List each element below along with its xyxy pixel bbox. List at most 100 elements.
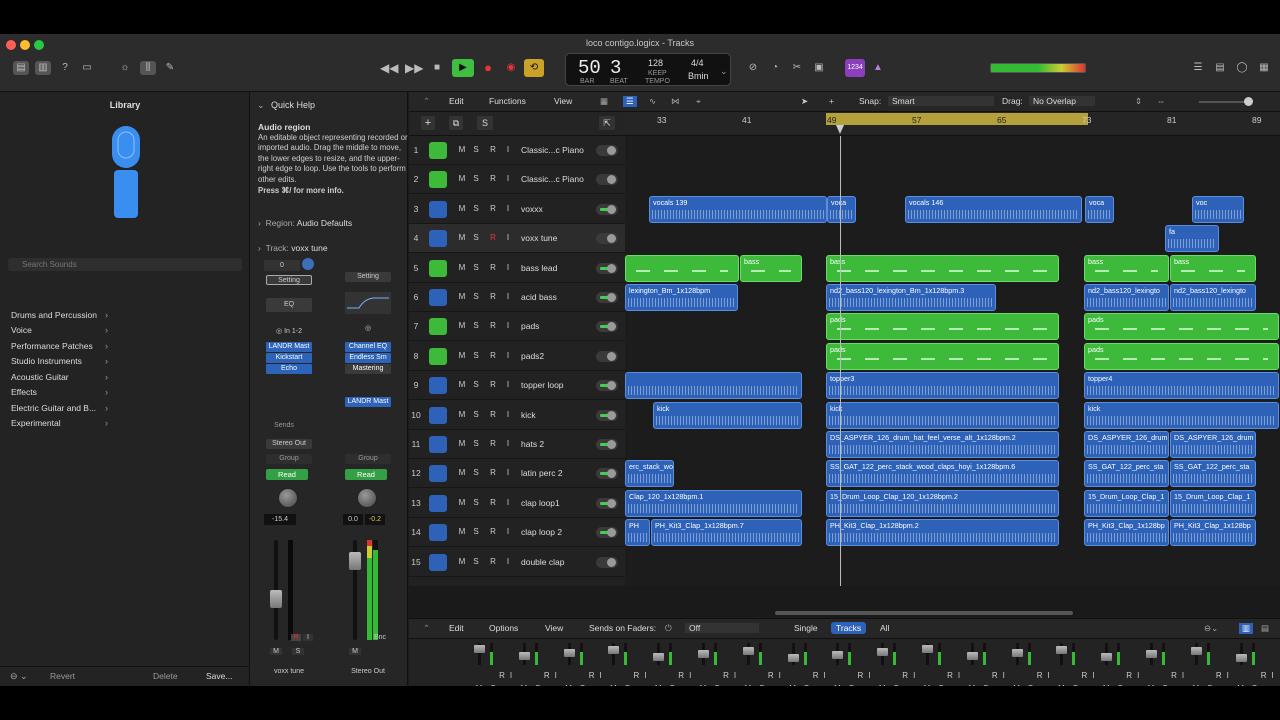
input-monitor-button[interactable]: I xyxy=(503,292,513,301)
record-enable-button[interactable]: R xyxy=(488,321,498,330)
mixer-view-menu[interactable]: View xyxy=(545,623,563,633)
mixer-mute-button[interactable]: M xyxy=(743,684,753,686)
audio-region[interactable]: voca xyxy=(1085,195,1114,223)
track-header[interactable]: 5 M S R Ibass lead xyxy=(409,254,625,283)
eq-curve-thumbnail[interactable] xyxy=(345,292,391,314)
solo-button[interactable]: S xyxy=(471,527,481,536)
strip2-fader-cap[interactable] xyxy=(349,552,361,570)
track-on-toggle[interactable] xyxy=(596,468,618,480)
mixer-solo-button[interactable]: S xyxy=(667,684,677,686)
track-on-toggle[interactable] xyxy=(596,321,618,333)
input-monitor-button[interactable]: I xyxy=(503,380,513,389)
lcd-display[interactable]: 50 3 BAR BEAT 128 KEEP TEMPO 4/4 Bmin ⌄ xyxy=(565,53,731,86)
solo-button[interactable]: S xyxy=(471,263,481,272)
input-monitor-button[interactable]: I xyxy=(503,321,513,330)
mixer-fader-cap[interactable] xyxy=(1056,646,1068,654)
revert-button[interactable]: Revert xyxy=(50,671,75,681)
all-tab[interactable]: All xyxy=(875,622,894,634)
mixer-solo-button[interactable]: S xyxy=(578,684,588,686)
track-on-toggle[interactable] xyxy=(596,497,618,509)
global-solo-button[interactable]: S xyxy=(477,116,493,130)
mixer-mute-button[interactable]: M xyxy=(1236,684,1246,686)
mixer-mute-button[interactable]: M xyxy=(1101,684,1111,686)
track-name[interactable]: bass lead xyxy=(521,263,557,273)
audio-region[interactable]: SS_GAT_122_perc_sta xyxy=(1084,460,1169,488)
mixer-mute-button[interactable]: M xyxy=(1191,684,1201,686)
mixer-mute-button[interactable]: M xyxy=(1056,684,1066,686)
metronome-icon[interactable]: ▲ xyxy=(870,61,886,75)
track-name[interactable]: double clap xyxy=(521,557,564,567)
midi-region[interactable]: pads xyxy=(1084,342,1279,370)
zoom-slider-thumb[interactable] xyxy=(1244,97,1253,106)
functions-menu[interactable]: Functions xyxy=(489,96,526,106)
sends-on-faders-select[interactable]: Off xyxy=(685,623,759,633)
mixer-mute-button[interactable]: M xyxy=(967,684,977,686)
track-instrument-icon[interactable] xyxy=(429,142,447,159)
solo-button[interactable]: S xyxy=(471,145,481,154)
audio-region[interactable]: voca xyxy=(827,195,856,223)
view-menu[interactable]: View xyxy=(554,96,572,106)
library-search-input[interactable]: Search Sounds xyxy=(8,258,242,271)
mute-button[interactable]: M xyxy=(457,380,467,389)
mixer-solo-button[interactable]: S xyxy=(488,684,498,686)
record-enable-button[interactable]: R xyxy=(488,233,498,242)
strip1-automation-button[interactable]: Read xyxy=(266,469,308,480)
strip2-plugin-slot-4[interactable]: LANDR Mast xyxy=(345,397,391,407)
track-name[interactable]: hats 2 xyxy=(521,439,544,449)
track-instrument-icon[interactable] xyxy=(429,347,447,365)
library-action-icon[interactable]: ⊖ ⌄ xyxy=(10,671,28,682)
midi-region[interactable]: pads xyxy=(1084,313,1279,341)
mixer-mute-button[interactable]: M xyxy=(1146,684,1156,686)
solo-button[interactable]: S xyxy=(471,204,481,213)
audio-region[interactable]: nd2_bass120_lexington_Bm_1x128bpm.3 xyxy=(826,284,996,311)
track-header[interactable]: 12 M S R Ilatin perc 2 xyxy=(409,459,625,489)
record-enable-button[interactable]: R xyxy=(488,292,498,301)
record-enable-button[interactable]: R xyxy=(488,439,498,448)
track-name[interactable]: clap loop1 xyxy=(521,498,560,508)
mixer-fader-cap[interactable] xyxy=(832,651,844,659)
input-monitor-button[interactable]: I xyxy=(503,263,513,272)
catch-playhead-icon[interactable]: ⇱ xyxy=(599,116,615,130)
mixer-solo-button[interactable]: S xyxy=(622,684,632,686)
mixer-mute-button[interactable]: M xyxy=(788,684,798,686)
track-instrument-icon[interactable] xyxy=(429,436,447,453)
mixer-mute-button[interactable]: M xyxy=(519,684,529,686)
mixer-mute-button[interactable]: M xyxy=(653,684,663,686)
strip2-automation-button[interactable]: Read xyxy=(345,469,387,480)
library-category-performance[interactable]: Performance Patches xyxy=(11,341,111,355)
audio-region[interactable]: topper4 xyxy=(1084,372,1279,400)
mixer-solo-button[interactable]: S xyxy=(712,684,722,686)
quick-help-icon[interactable]: ? xyxy=(57,61,73,75)
record-enable-button[interactable]: R xyxy=(488,410,498,419)
mute-button[interactable]: M xyxy=(457,498,467,507)
mixer-fader-cap[interactable] xyxy=(653,653,665,661)
mute-button[interactable]: M xyxy=(457,351,467,360)
count-in-badge[interactable]: 1234 xyxy=(845,59,865,77)
library-category-acoustic[interactable]: Acoustic Guitar xyxy=(11,372,111,386)
mixer-solo-button[interactable]: S xyxy=(1115,684,1125,686)
track-header[interactable]: 3 M S R Ivoxxx xyxy=(409,195,625,224)
playhead[interactable] xyxy=(840,136,841,586)
track-on-toggle[interactable] xyxy=(596,350,618,362)
track-on-toggle[interactable] xyxy=(596,233,618,245)
duplicate-track-icon[interactable]: ⧉ xyxy=(449,116,463,130)
track-name[interactable]: Classic...c Piano xyxy=(521,145,584,155)
record-enable-button[interactable]: R xyxy=(488,204,498,213)
input-monitor-button[interactable]: I xyxy=(503,351,513,360)
strip1-setting-button[interactable]: Setting xyxy=(266,275,312,285)
mixer-mute-button[interactable]: M xyxy=(832,684,842,686)
mute-button[interactable]: M xyxy=(457,174,467,183)
strip2-group-button[interactable]: Group xyxy=(345,454,391,464)
stop-icon[interactable]: ■ xyxy=(429,61,445,75)
mixer-solo-button[interactable]: S xyxy=(1205,684,1215,686)
wide-view-icon[interactable]: ▥ xyxy=(1239,623,1254,634)
region-inspector-row[interactable]: › Region: Audio Defaults xyxy=(258,218,352,228)
track-name[interactable]: topper loop xyxy=(521,380,564,390)
input-monitor-button[interactable]: I xyxy=(503,527,513,536)
audio-region[interactable]: 15_Drum_Loop_Clap_1 xyxy=(1170,489,1256,517)
record-enable-button[interactable]: R xyxy=(488,498,498,507)
add-track-button[interactable]: + xyxy=(421,116,435,130)
plugin-slot-1[interactable]: LANDR Mast xyxy=(266,342,312,352)
track-instrument-icon[interactable] xyxy=(429,553,447,571)
track-name[interactable]: voxx tune xyxy=(521,233,557,243)
